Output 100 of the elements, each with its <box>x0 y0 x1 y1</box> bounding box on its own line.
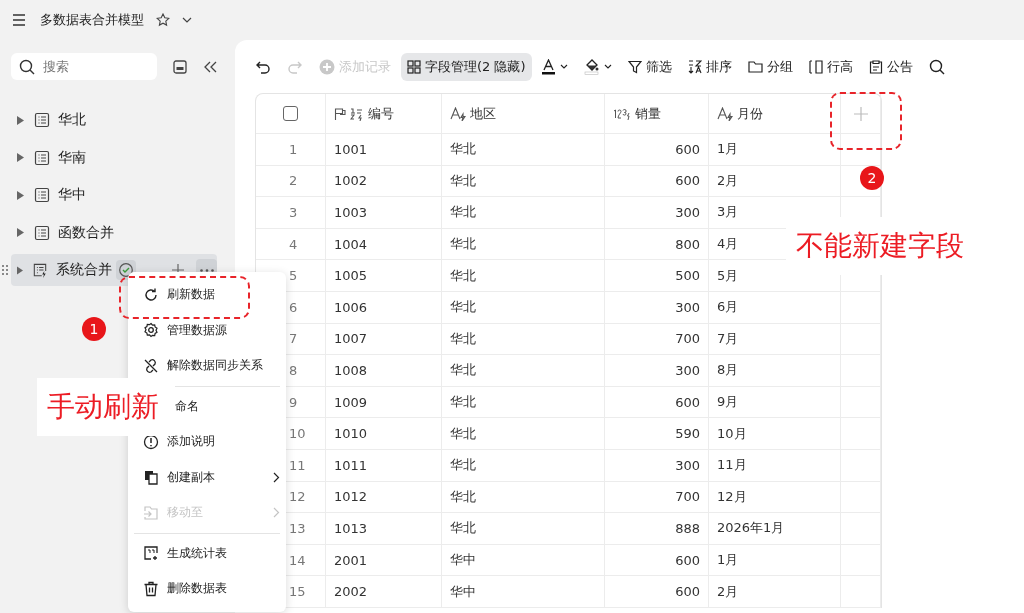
toolbar-button[interactable]: 筛选 <box>621 52 678 81</box>
expand-triangle-icon[interactable] <box>17 115 24 125</box>
table-cell: 华中 <box>442 544 605 576</box>
table-cell: 华北 <box>442 260 605 291</box>
table-cell: 1013 <box>326 513 442 544</box>
table-cell: 700 <box>605 481 709 513</box>
toolbar-button[interactable]: 字段管理(2 隐藏) <box>401 52 532 81</box>
row-number: 4 <box>256 228 326 260</box>
table-cell: 1006 <box>326 291 442 323</box>
table-cell: 1月 <box>709 544 841 576</box>
chevron-right-icon <box>273 507 280 519</box>
table-cell: 华北 <box>442 323 605 355</box>
sidebar-item[interactable]: 华南 <box>11 141 217 174</box>
table-cell: 华北 <box>442 355 605 386</box>
table-cell: 600 <box>605 165 709 197</box>
table-cell: 华北 <box>442 481 605 513</box>
flag-icon <box>334 107 346 120</box>
table-cell: 1003 <box>326 197 442 228</box>
table-cell: 2月 <box>709 165 841 197</box>
info-icon <box>143 433 159 450</box>
table-cell: 1009 <box>326 386 442 418</box>
panel-icon[interactable] <box>173 59 187 74</box>
highlight-frame <box>830 92 902 150</box>
table-cell: 1008 <box>326 355 442 386</box>
table-cell: 2002 <box>326 576 442 607</box>
chevron-down-icon[interactable] <box>182 17 192 23</box>
expand-triangle-icon[interactable] <box>17 190 24 200</box>
more-dots-icon <box>199 268 214 272</box>
number-field-icon <box>613 107 631 120</box>
callout-text: 手动刷新 <box>37 378 175 436</box>
stats-table-icon <box>143 545 159 562</box>
filter-icon <box>627 59 642 74</box>
sidebar-item[interactable]: 华中 <box>11 179 217 211</box>
text-field-icon <box>450 106 466 121</box>
unlink-icon <box>143 357 159 374</box>
table-lightning-icon <box>33 261 48 279</box>
toolbar-button[interactable]: 排序 <box>681 52 738 81</box>
table-cell: 600 <box>605 576 709 607</box>
star-icon[interactable] <box>156 13 170 27</box>
table-cell: 300 <box>605 197 709 228</box>
table-cell: 300 <box>605 355 709 386</box>
toolbar-button[interactable]: 行高 <box>802 52 859 81</box>
table-cell: 500 <box>605 260 709 291</box>
table-cell: 6月 <box>709 291 841 323</box>
collapse-icon[interactable] <box>203 60 217 73</box>
search-field[interactable]: 搜索 <box>11 53 157 80</box>
table-cell: 华北 <box>442 228 605 260</box>
table-cell: 7月 <box>709 323 841 355</box>
table-cell: 600 <box>605 386 709 418</box>
expand-triangle-icon[interactable] <box>17 228 24 237</box>
text-field-icon <box>717 106 733 121</box>
drag-handle-icon[interactable] <box>2 265 8 275</box>
table-icon <box>34 187 50 203</box>
row-number: 3 <box>256 197 326 228</box>
table-cell: 华北 <box>442 291 605 323</box>
sidebar-item[interactable]: 华北 <box>11 104 217 136</box>
trash-icon <box>143 580 159 597</box>
table-cell: 12月 <box>709 481 841 513</box>
menu-item[interactable]: 刷新数据 <box>128 283 221 306</box>
toolbar-button[interactable]: 公告 <box>862 52 919 81</box>
table-cell: 1月 <box>709 134 841 165</box>
table-icon <box>34 112 50 128</box>
column-header[interactable]: 月份 <box>709 94 841 133</box>
column-header[interactable]: 销量 <box>605 94 709 133</box>
search-icon <box>19 58 35 75</box>
table-cell: 2026年1月 <box>709 513 841 544</box>
expand-triangle-icon[interactable] <box>17 153 24 162</box>
column-header[interactable]: 地区 <box>442 94 605 133</box>
table-cell: 华北 <box>442 165 605 197</box>
table-cell: 华北 <box>442 513 605 544</box>
chevron-right-icon <box>273 471 280 483</box>
table-cell: 华北 <box>442 197 605 228</box>
menu-icon[interactable] <box>12 14 26 26</box>
gear-icon <box>143 322 159 339</box>
refresh-icon <box>143 286 159 303</box>
table-cell: 华北 <box>442 134 605 165</box>
row-number: 2 <box>256 165 326 197</box>
toolbar-button[interactable]: 分组 <box>741 52 799 81</box>
table-cell: 590 <box>605 418 709 449</box>
sidebar-item[interactable]: 函数合并 <box>11 216 217 249</box>
table-cell: 300 <box>605 449 709 481</box>
folder-icon <box>747 60 763 73</box>
move-icon <box>143 504 159 521</box>
copy-icon <box>143 469 159 486</box>
table-cell: 600 <box>605 544 709 576</box>
grid-icon <box>407 59 421 74</box>
expand-triangle-icon[interactable] <box>17 265 24 275</box>
select-all-checkbox[interactable] <box>283 106 298 121</box>
table-cell: 800 <box>605 228 709 260</box>
table-cell: 2月 <box>709 576 841 607</box>
table-cell: 1011 <box>326 449 442 481</box>
plus-circle-icon <box>319 58 335 75</box>
document-title: 多数据表合并模型 <box>40 11 144 29</box>
clipboard-icon <box>868 59 883 74</box>
table-cell: 2001 <box>326 544 442 576</box>
column-header[interactable]: 编号 <box>326 94 442 133</box>
table-cell: 华北 <box>442 386 605 418</box>
table-cell: 1012 <box>326 481 442 513</box>
table-cell: 600 <box>605 134 709 165</box>
auto-number-icon <box>350 106 364 121</box>
